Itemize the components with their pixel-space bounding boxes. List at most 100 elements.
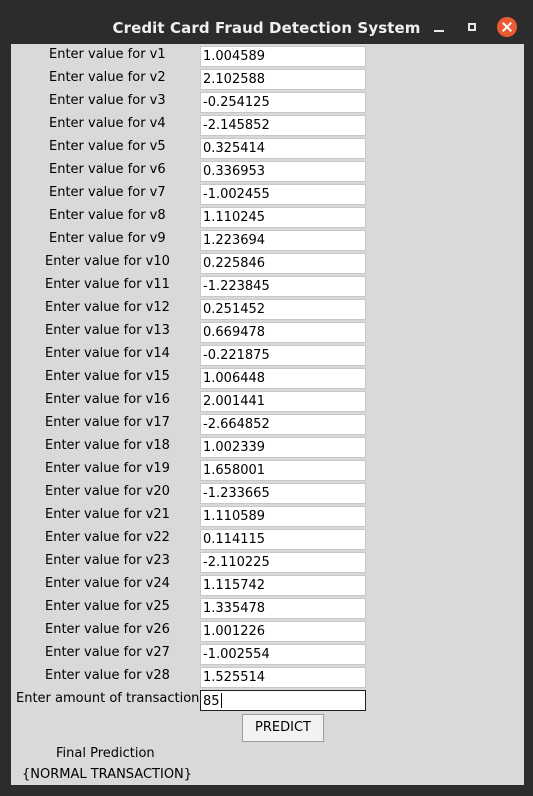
field-input-v12[interactable]: 0.251452 — [200, 299, 366, 320]
field-row-v9: Enter value for v9 1.223694 — [11, 229, 524, 252]
field-row-v14: Enter value for v14 -0.221875 — [11, 344, 524, 367]
field-label-v4: Enter value for v4 — [49, 116, 166, 131]
field-label-v18: Enter value for v18 — [45, 438, 170, 453]
field-label-v28: Enter value for v28 — [45, 668, 170, 683]
field-input-v21[interactable]: 1.110589 — [200, 506, 366, 527]
field-row-v21: Enter value for v21 1.110589 — [11, 505, 524, 528]
field-label-v22: Enter value for v22 — [45, 530, 170, 545]
maximize-icon — [468, 23, 476, 31]
field-label-v8: Enter value for v8 — [49, 208, 166, 223]
field-row-v10: Enter value for v10 0.225846 — [11, 252, 524, 275]
final-prediction-heading: Final Prediction — [56, 746, 155, 761]
amount-input[interactable]: 85 — [200, 690, 366, 711]
field-input-v8[interactable]: 1.110245 — [200, 207, 366, 228]
field-input-v28[interactable]: 1.525514 — [200, 667, 366, 688]
field-input-v2[interactable]: 2.102588 — [200, 69, 366, 90]
field-input-v27[interactable]: -1.002554 — [200, 644, 366, 665]
field-row-v1: Enter value for v1 1.004589 — [11, 45, 524, 68]
field-row-v17: Enter value for v17 -2.664852 — [11, 413, 524, 436]
field-label-v12: Enter value for v12 — [45, 300, 170, 315]
field-row-v23: Enter value for v23 -2.110225 — [11, 551, 524, 574]
field-input-v11[interactable]: -1.223845 — [200, 276, 366, 297]
title-bar[interactable]: Credit Card Fraud Detection System — [0, 0, 533, 44]
window-title: Credit Card Fraud Detection System — [112, 19, 421, 37]
field-label-v27: Enter value for v27 — [45, 645, 170, 660]
field-row-v8: Enter value for v8 1.110245 — [11, 206, 524, 229]
field-label-v16: Enter value for v16 — [45, 392, 170, 407]
field-input-v9[interactable]: 1.223694 — [200, 230, 366, 251]
field-label-v2: Enter value for v2 — [49, 70, 166, 85]
field-input-v7[interactable]: -1.002455 — [200, 184, 366, 205]
field-input-v24[interactable]: 1.115742 — [200, 575, 366, 596]
field-input-v4[interactable]: -2.145852 — [200, 115, 366, 136]
field-input-v1[interactable]: 1.004589 — [200, 46, 366, 67]
field-input-v10[interactable]: 0.225846 — [200, 253, 366, 274]
field-row-v11: Enter value for v11 -1.223845 — [11, 275, 524, 298]
amount-row: Enter amount of transaction 85 — [11, 689, 524, 712]
field-input-v13[interactable]: 0.669478 — [200, 322, 366, 343]
predict-button[interactable]: PREDICT — [242, 714, 324, 742]
field-label-v5: Enter value for v5 — [49, 139, 166, 154]
maximize-button[interactable] — [461, 16, 483, 38]
field-row-v13: Enter value for v13 0.669478 — [11, 321, 524, 344]
field-label-v10: Enter value for v10 — [45, 254, 170, 269]
field-label-v26: Enter value for v26 — [45, 622, 170, 637]
form-panel: Enter value for v1 1.004589 Enter value fo… — [11, 44, 524, 785]
field-label-v15: Enter value for v15 — [45, 369, 170, 384]
text-cursor — [220, 693, 222, 708]
field-row-v16: Enter value for v16 2.001441 — [11, 390, 524, 413]
field-label-v3: Enter value for v3 — [49, 93, 166, 108]
final-prediction-result: {NORMAL TRANSACTION} — [22, 767, 193, 782]
field-label-v17: Enter value for v17 — [45, 415, 170, 430]
field-row-v2: Enter value for v2 2.102588 — [11, 68, 524, 91]
field-label-v20: Enter value for v20 — [45, 484, 170, 499]
field-label-v7: Enter value for v7 — [49, 185, 166, 200]
field-row-v6: Enter value for v6 0.336953 — [11, 160, 524, 183]
field-label-v9: Enter value for v9 — [49, 231, 166, 246]
amount-label: Enter amount of transaction — [16, 691, 200, 706]
close-button[interactable] — [496, 16, 518, 38]
field-input-v26[interactable]: 1.001226 — [200, 621, 366, 642]
field-input-v18[interactable]: 1.002339 — [200, 437, 366, 458]
amount-value: 85 — [203, 694, 220, 709]
field-row-v27: Enter value for v27 -1.002554 — [11, 643, 524, 666]
close-icon — [497, 17, 517, 37]
field-input-v22[interactable]: 0.114115 — [200, 529, 366, 550]
field-input-v15[interactable]: 1.006448 — [200, 368, 366, 389]
field-input-v19[interactable]: 1.658001 — [200, 460, 366, 481]
field-input-v3[interactable]: -0.254125 — [200, 92, 366, 113]
field-label-v13: Enter value for v13 — [45, 323, 170, 338]
field-input-v17[interactable]: -2.664852 — [200, 414, 366, 435]
field-input-v6[interactable]: 0.336953 — [200, 161, 366, 182]
field-input-v25[interactable]: 1.335478 — [200, 598, 366, 619]
field-row-v5: Enter value for v5 0.325414 — [11, 137, 524, 160]
field-label-v23: Enter value for v23 — [45, 553, 170, 568]
field-input-v16[interactable]: 2.001441 — [200, 391, 366, 412]
field-row-v18: Enter value for v18 1.002339 — [11, 436, 524, 459]
field-row-v25: Enter value for v25 1.335478 — [11, 597, 524, 620]
minimize-button[interactable] — [428, 16, 450, 38]
field-row-v15: Enter value for v15 1.006448 — [11, 367, 524, 390]
field-row-v4: Enter value for v4 -2.145852 — [11, 114, 524, 137]
field-input-v5[interactable]: 0.325414 — [200, 138, 366, 159]
field-label-v19: Enter value for v19 — [45, 461, 170, 476]
field-label-v6: Enter value for v6 — [49, 162, 166, 177]
field-input-v20[interactable]: -1.233665 — [200, 483, 366, 504]
field-label-v11: Enter value for v11 — [45, 277, 170, 292]
field-row-v26: Enter value for v26 1.001226 — [11, 620, 524, 643]
field-label-v25: Enter value for v25 — [45, 599, 170, 614]
field-input-v14[interactable]: -0.221875 — [200, 345, 366, 366]
field-label-v24: Enter value for v24 — [45, 576, 170, 591]
field-row-v7: Enter value for v7 -1.002455 — [11, 183, 524, 206]
app-window: Credit Card Fraud Detection System Enter… — [0, 0, 533, 796]
minimize-icon — [434, 30, 444, 32]
field-row-v22: Enter value for v22 0.114115 — [11, 528, 524, 551]
field-row-v19: Enter value for v19 1.658001 — [11, 459, 524, 482]
field-row-v3: Enter value for v3 -0.254125 — [11, 91, 524, 114]
field-label-v1: Enter value for v1 — [49, 47, 166, 62]
field-label-v14: Enter value for v14 — [45, 346, 170, 361]
field-row-v28: Enter value for v28 1.525514 — [11, 666, 524, 689]
field-input-v23[interactable]: -2.110225 — [200, 552, 366, 573]
field-row-v12: Enter value for v12 0.251452 — [11, 298, 524, 321]
field-row-v24: Enter value for v24 1.115742 — [11, 574, 524, 597]
